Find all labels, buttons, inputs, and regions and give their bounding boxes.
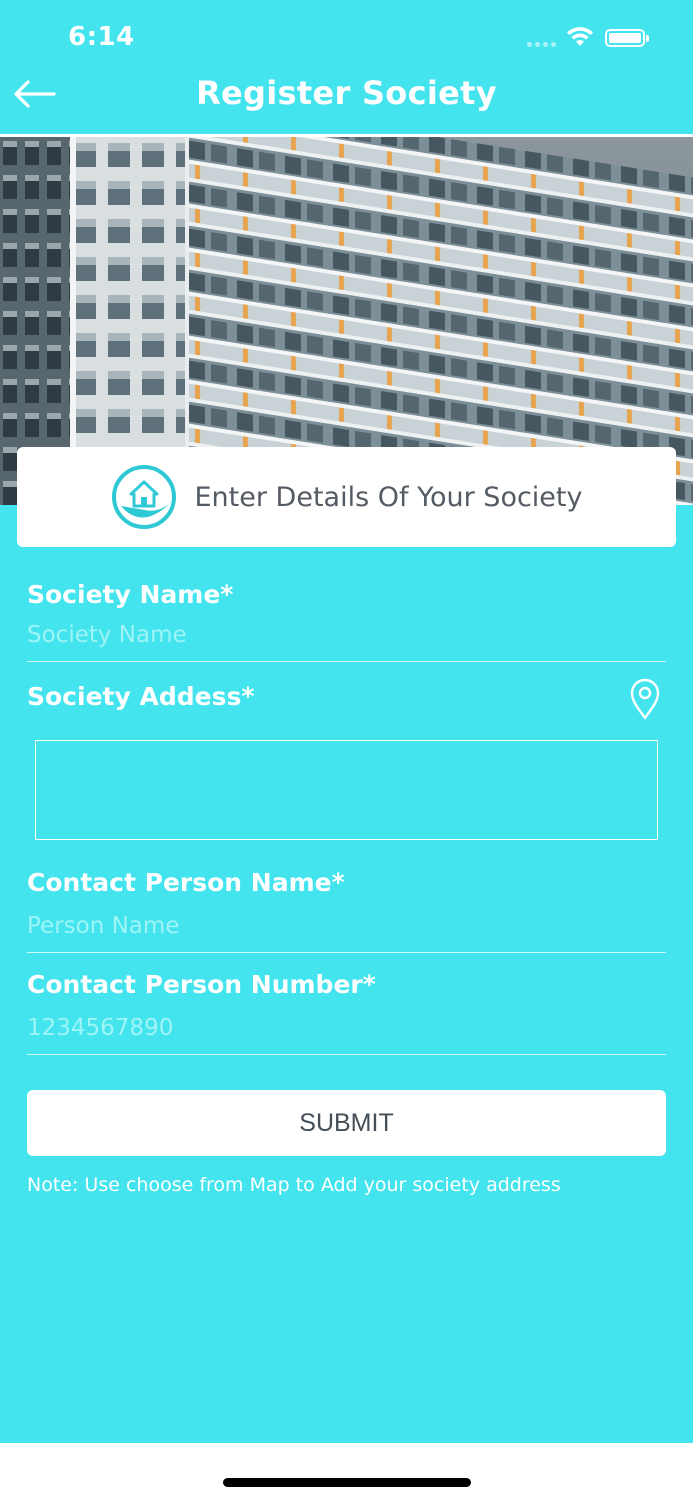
info-card: Enter Details Of Your Society (17, 447, 676, 547)
page-title: Register Society (196, 74, 497, 112)
contact-number-label: Contact Person Number* (27, 970, 376, 999)
home-indicator[interactable] (223, 1478, 471, 1487)
submit-button[interactable]: SUBMIT (27, 1090, 666, 1156)
battery-icon (605, 29, 649, 47)
wifi-icon (567, 27, 593, 46)
nav-bar: Register Society (0, 62, 693, 134)
bottom-safe-area (0, 1443, 693, 1500)
note-text: Note: Use choose from Map to Add your so… (27, 1174, 561, 1196)
card-title: Enter Details Of Your Society (194, 481, 583, 513)
contact-name-label: Contact Person Name* (27, 868, 345, 897)
society-name-label: Society Name* (27, 580, 234, 609)
map-pin-icon[interactable] (625, 675, 665, 721)
society-name-input[interactable] (27, 616, 666, 662)
society-address-label: Society Addess* (27, 682, 255, 711)
contact-number-input[interactable] (27, 1009, 666, 1055)
contact-name-input[interactable] (27, 907, 666, 953)
status-bar: 6:14 (0, 0, 693, 70)
status-time: 6:14 (68, 22, 135, 52)
signal-icon (527, 42, 556, 47)
house-in-hand-icon (111, 465, 176, 529)
status-icons (527, 24, 657, 52)
society-address-textarea[interactable] (35, 740, 658, 840)
